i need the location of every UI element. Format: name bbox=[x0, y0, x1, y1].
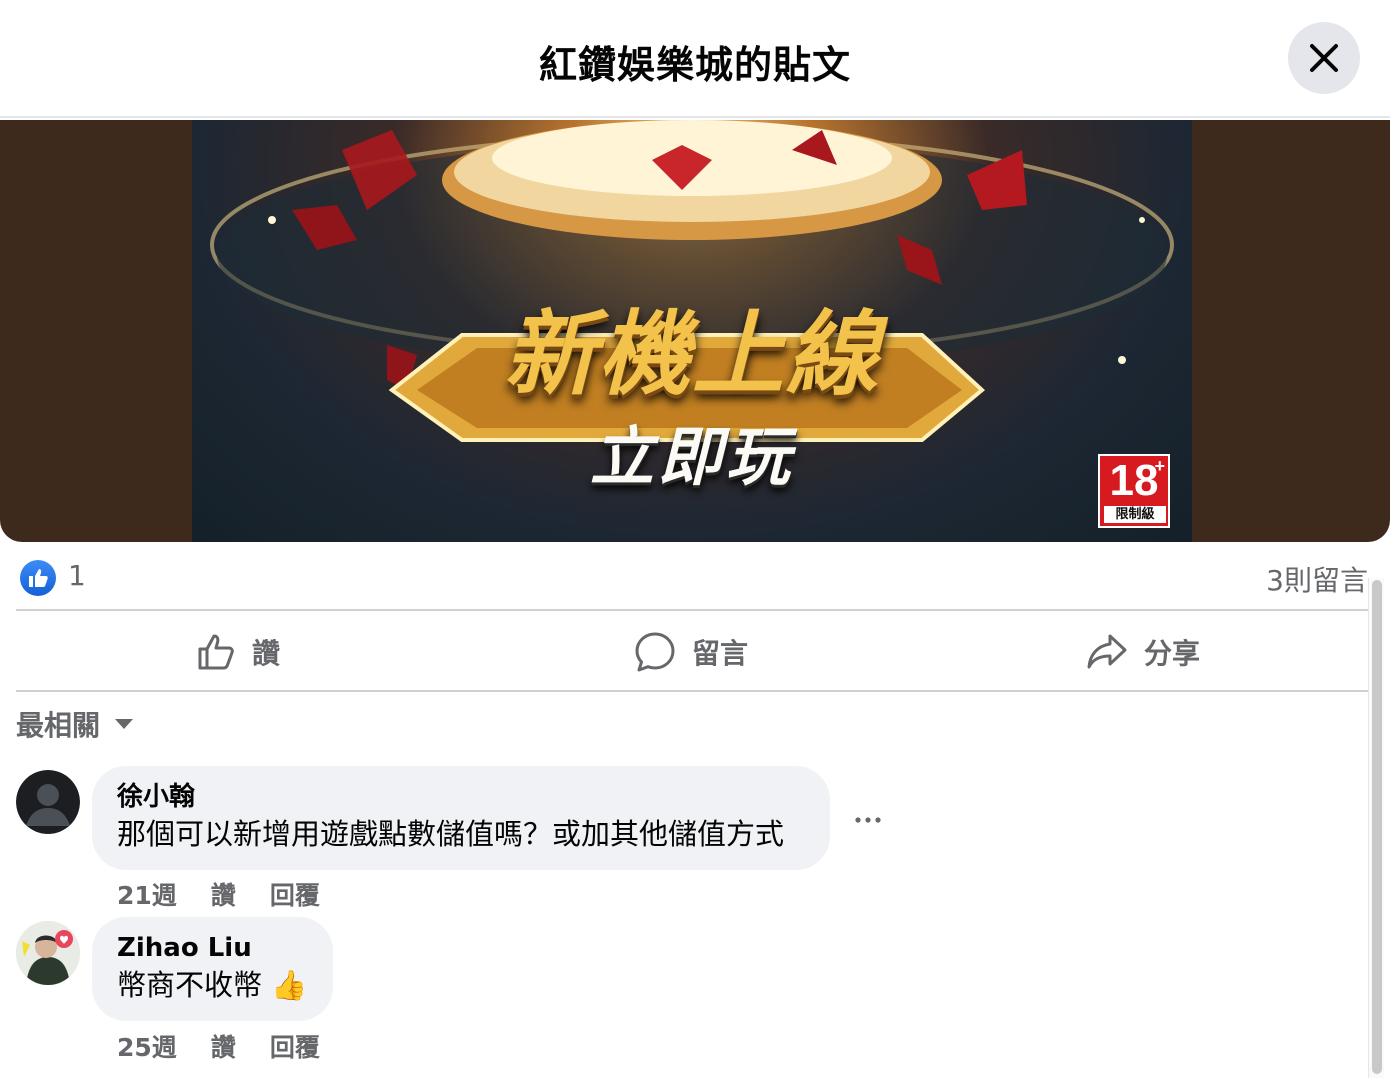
comment-meta: 21週 讚 回覆 bbox=[117, 876, 320, 912]
comment-text: 幣商不收幣 👍 bbox=[117, 968, 308, 1002]
comment-sort-dropdown[interactable]: 最相關 bbox=[16, 704, 134, 744]
avatar[interactable] bbox=[16, 770, 80, 834]
comment-reply-button[interactable]: 回覆 bbox=[270, 876, 320, 912]
comment-bubble: 徐小翰 那個可以新增用遊戲點數儲值嗎？或加其他儲值方式 bbox=[92, 766, 830, 870]
comment-count[interactable]: 3則留言 bbox=[1266, 559, 1368, 599]
share-button[interactable]: 分享 bbox=[1086, 612, 1200, 692]
post-media[interactable]: 新機上線 立即玩 18 + 限制級 bbox=[0, 120, 1390, 542]
post-action-bar: 讚 留言 分享 bbox=[16, 612, 1368, 692]
banner-subline: 立即玩 bbox=[590, 420, 794, 495]
share-arrow-icon bbox=[1087, 634, 1127, 669]
more-options-button[interactable] bbox=[848, 800, 888, 840]
caret-down-icon bbox=[115, 719, 134, 729]
like-button[interactable]: 讚 bbox=[196, 612, 280, 692]
avatar[interactable] bbox=[16, 921, 80, 985]
comment-bubble-icon bbox=[635, 632, 675, 672]
comment-timestamp[interactable]: 21週 bbox=[117, 876, 177, 912]
comment-like-button[interactable]: 讚 bbox=[211, 876, 236, 912]
comment-bubble: Zihao Liu 幣商不收幣 👍 bbox=[92, 917, 333, 1021]
comment-author[interactable]: Zihao Liu bbox=[117, 931, 307, 965]
close-button[interactable] bbox=[1288, 22, 1360, 94]
dialog-title: 紅鑽娛樂城的貼文 bbox=[538, 43, 851, 87]
more-horizontal-icon bbox=[855, 817, 881, 823]
comment-meta: 25週 讚 回覆 bbox=[117, 1028, 320, 1064]
comment-reply-button[interactable]: 回覆 bbox=[270, 1028, 320, 1064]
like-count[interactable]: 1 bbox=[68, 559, 86, 592]
age-rating-badge: 18 + 限制級 bbox=[1098, 454, 1170, 528]
comment-button-label: 留言 bbox=[692, 637, 749, 670]
close-icon bbox=[1310, 44, 1338, 72]
like-reaction-icon[interactable] bbox=[20, 560, 56, 596]
share-button-label: 分享 bbox=[1144, 637, 1201, 670]
comment-like-button[interactable]: 讚 bbox=[211, 1028, 236, 1064]
default-avatar-icon bbox=[16, 770, 80, 834]
user-photo-icon bbox=[16, 921, 80, 985]
thumbs-up-icon bbox=[198, 634, 234, 670]
divider bbox=[16, 609, 1368, 611]
reaction-stats: 1 3則留言 bbox=[16, 556, 1368, 608]
comment-button[interactable]: 留言 bbox=[634, 612, 748, 692]
scrollbar-thumb[interactable] bbox=[1372, 580, 1382, 1074]
sort-label: 最相關 bbox=[16, 709, 101, 742]
divider bbox=[16, 690, 1368, 692]
comment-text: 那個可以新增用遊戲點數儲值嗎？或加其他儲值方式 bbox=[117, 817, 785, 851]
banner-headline: 新機上線 bbox=[503, 300, 880, 408]
comment-author[interactable]: 徐小翰 bbox=[117, 780, 804, 814]
age-rating-label: 限制級 bbox=[1104, 506, 1166, 523]
comment-timestamp[interactable]: 25週 bbox=[117, 1028, 177, 1064]
like-button-label: 讚 bbox=[252, 637, 281, 670]
age-rating-plus: + bbox=[1154, 456, 1165, 476]
promo-banner-image: 新機上線 立即玩 18 + 限制級 bbox=[192, 120, 1192, 542]
comments-scrollbar[interactable] bbox=[1368, 578, 1384, 1078]
dialog-header: 紅鑽娛樂城的貼文 bbox=[0, 0, 1390, 118]
